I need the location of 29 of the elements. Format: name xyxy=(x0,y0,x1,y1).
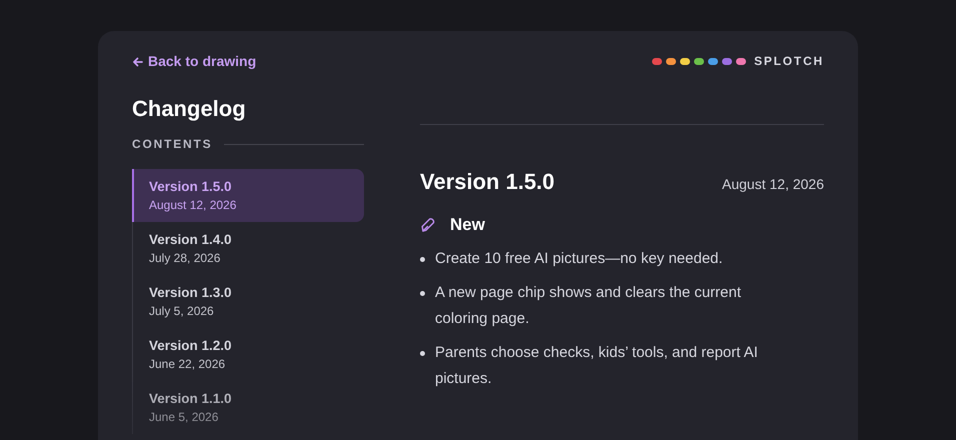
contents-item[interactable]: Version 1.5.0 August 12, 2026 xyxy=(132,169,364,222)
release-title: Version 1.5.0 xyxy=(420,168,555,196)
version-date: July 28, 2026 xyxy=(149,250,222,267)
version-label: Version 1.2.0 xyxy=(149,337,233,355)
bullet-icon xyxy=(420,290,425,296)
version-label: Version 1.5.0 xyxy=(149,178,233,196)
change-item: Create 10 free AI pictures—no key needed. xyxy=(435,248,724,268)
contents-heading: CONTENTS xyxy=(132,136,212,153)
section-heading: New xyxy=(450,214,485,236)
change-item: A new page chip shows and clears the current coloring page. xyxy=(435,282,742,328)
back-link[interactable]: Back to drawing xyxy=(132,51,256,72)
version-date: June 5, 2026 xyxy=(149,409,220,426)
release-date: August 12, 2026 xyxy=(722,175,824,194)
version-label: Version 1.1.0 xyxy=(149,390,233,408)
contents-item[interactable]: Version 1.1.0 June 5, 2026 xyxy=(133,381,364,434)
arrow-left-icon xyxy=(132,56,144,68)
version-date: August 12, 2026 xyxy=(149,197,238,214)
contents-item[interactable]: Version 1.3.0 July 5, 2026 xyxy=(133,275,364,328)
version-label: Version 1.4.0 xyxy=(149,231,233,249)
version-date: July 5, 2026 xyxy=(149,303,215,320)
contents-item[interactable]: Version 1.2.0 June 22, 2026 xyxy=(133,328,364,381)
page-title: Changelog xyxy=(132,95,246,123)
logo-name: SPLOTCH xyxy=(754,53,824,70)
version-label: Version 1.3.0 xyxy=(149,284,233,302)
contents-item[interactable]: Version 1.4.0 July 28, 2026 xyxy=(133,222,364,275)
version-date: June 22, 2026 xyxy=(149,356,226,373)
bullet-icon xyxy=(420,256,425,262)
bullet-icon xyxy=(420,350,425,356)
change-item: Parents choose checks, kids’ tools, and report AI pictures. xyxy=(435,342,759,388)
